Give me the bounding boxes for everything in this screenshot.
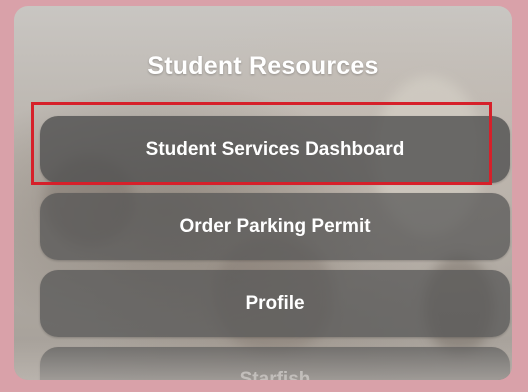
order-parking-permit-button[interactable]: Order Parking Permit bbox=[40, 193, 510, 260]
profile-button[interactable]: Profile bbox=[40, 270, 510, 337]
page-frame: Student Resources Student Services Dashb… bbox=[0, 0, 528, 392]
student-resources-panel: Student Resources Student Services Dashb… bbox=[14, 6, 512, 380]
starfish-button[interactable]: Starfish bbox=[40, 347, 510, 380]
student-services-dashboard-button[interactable]: Student Services Dashboard bbox=[40, 116, 510, 183]
panel-title: Student Resources bbox=[147, 52, 379, 80]
